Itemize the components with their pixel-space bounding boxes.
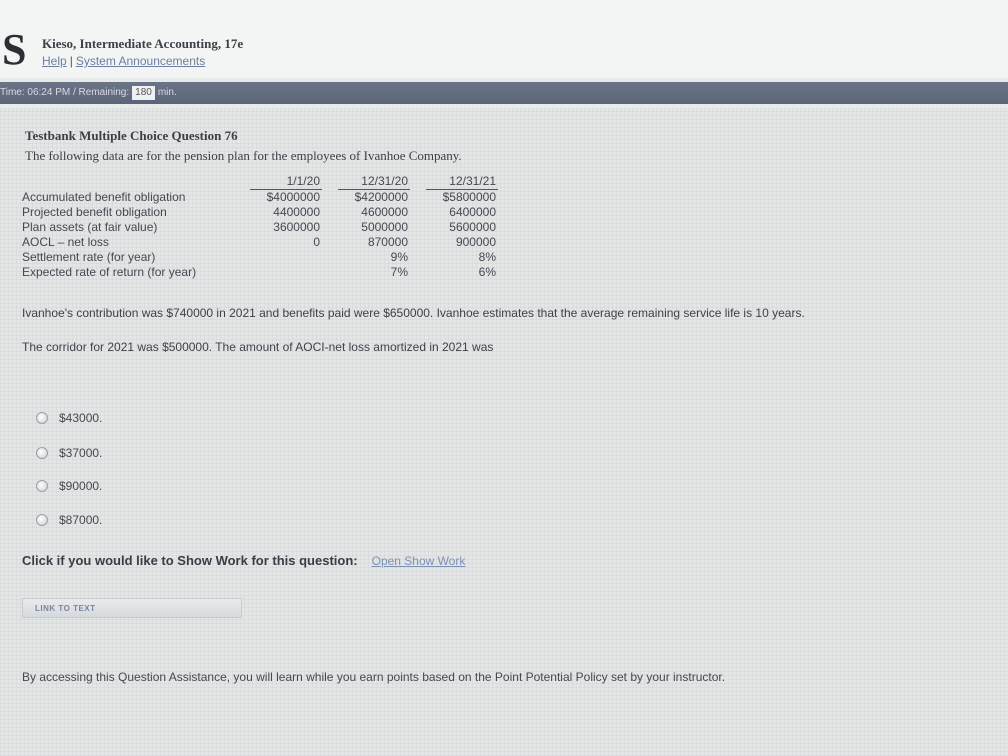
remaining-time-value: 180: [132, 86, 155, 100]
header-links: Help | System Announcements: [42, 54, 205, 68]
question-paragraph: Ivanhoe's contribution was $740000 in 20…: [22, 306, 805, 320]
pension-data-table: 1/1/20 12/31/20 12/31/21 Accumulated ben…: [22, 174, 498, 280]
table-header-blank: [22, 174, 250, 190]
answer-option-label: $90000.: [59, 478, 103, 493]
table-cell: [250, 250, 322, 265]
header: S Kieso, Intermediate Accounting, 17e He…: [0, 0, 1008, 78]
table-cell: $5800000: [442, 190, 496, 204]
row-label: Projected benefit obligation: [22, 205, 167, 219]
table-row: AOCL – net loss 0 870000 900000: [22, 235, 498, 250]
table-cell: 0: [313, 235, 320, 249]
table-cell: $4200000: [354, 190, 408, 204]
table-cell: 870000: [367, 235, 408, 249]
row-label: Settlement rate (for year): [22, 250, 156, 264]
col-gap: [322, 174, 338, 190]
table-cell: 6400000: [449, 205, 496, 219]
row-label: Plan assets (at fair value): [22, 220, 158, 234]
app-logo: S: [2, 25, 27, 74]
table-cell: [250, 265, 322, 280]
question-prompt: The corridor for 2021 was $500000. The a…: [22, 340, 494, 354]
time-label: Time: 06:24 PM / Remaining:: [0, 87, 130, 98]
question-panel: Testbank Multiple Choice Question 76 The…: [0, 108, 1008, 756]
table-header-row: 1/1/20 12/31/20 12/31/21: [22, 174, 498, 190]
time-unit: min.: [157, 87, 177, 98]
table-row: Expected rate of return (for year) 7% 6%: [22, 265, 498, 280]
radio-button[interactable]: [36, 513, 48, 526]
table-cell: 7%: [390, 265, 408, 279]
radio-button[interactable]: [36, 411, 48, 424]
table-header-col: 12/31/20: [338, 174, 410, 190]
table-cell: 5000000: [361, 220, 408, 234]
table-cell: 6%: [478, 265, 496, 279]
question-intro: The following data are for the pension p…: [25, 148, 462, 163]
table-header-col: 12/31/21: [426, 174, 498, 190]
table-cell: 4400000: [273, 205, 320, 219]
radio-button[interactable]: [36, 446, 48, 459]
table-cell: 900000: [455, 235, 496, 249]
book-title: Kieso, Intermediate Accounting, 17e: [42, 36, 244, 51]
time-bar: Time: 06:24 PM / Remaining: 180 min.: [0, 82, 1008, 104]
answer-option-label: $87000.: [59, 512, 103, 527]
table-row: Projected benefit obligation 4400000 460…: [22, 205, 498, 220]
table-cell: 4600000: [361, 205, 408, 219]
answer-option[interactable]: $43000.: [36, 410, 102, 426]
answer-option[interactable]: $87000.: [36, 512, 102, 528]
system-announcements-link[interactable]: System Announcements: [76, 54, 205, 68]
question-title: Testbank Multiple Choice Question 76: [25, 128, 238, 143]
row-label: Accumulated benefit obligation: [22, 189, 186, 204]
show-work-row: Click if you would like to Show Work for…: [22, 553, 465, 568]
table-header-col: 1/1/20: [250, 174, 322, 190]
table-row: Accumulated benefit obligation $4000000 …: [22, 190, 498, 206]
help-link[interactable]: Help: [42, 54, 67, 68]
link-separator: |: [69, 54, 73, 68]
answer-option-label: $43000.: [59, 410, 103, 425]
answer-option[interactable]: $37000.: [36, 445, 102, 461]
show-work-prompt: Click if you would like to Show Work for…: [22, 553, 358, 568]
table-cell: 3600000: [273, 220, 320, 234]
open-show-work-link[interactable]: Open Show Work: [372, 554, 466, 568]
radio-button[interactable]: [36, 479, 48, 492]
row-label: AOCL – net loss: [22, 235, 109, 249]
footer-note: By accessing this Question Assistance, y…: [22, 670, 726, 684]
row-label: Expected rate of return (for year): [22, 265, 197, 279]
table-row: Settlement rate (for year) 9% 8%: [22, 250, 498, 265]
answer-option[interactable]: $90000.: [36, 478, 102, 494]
table-cell: 9%: [390, 250, 408, 264]
table-row: Plan assets (at fair value) 3600000 5000…: [22, 220, 498, 235]
link-to-text-button[interactable]: LINK TO TEXT: [22, 598, 242, 618]
col-gap: [410, 174, 426, 190]
table-cell: 5600000: [449, 220, 496, 234]
answer-option-label: $37000.: [59, 445, 103, 460]
table-cell: $4000000: [266, 190, 320, 204]
table-cell: 8%: [478, 250, 496, 264]
